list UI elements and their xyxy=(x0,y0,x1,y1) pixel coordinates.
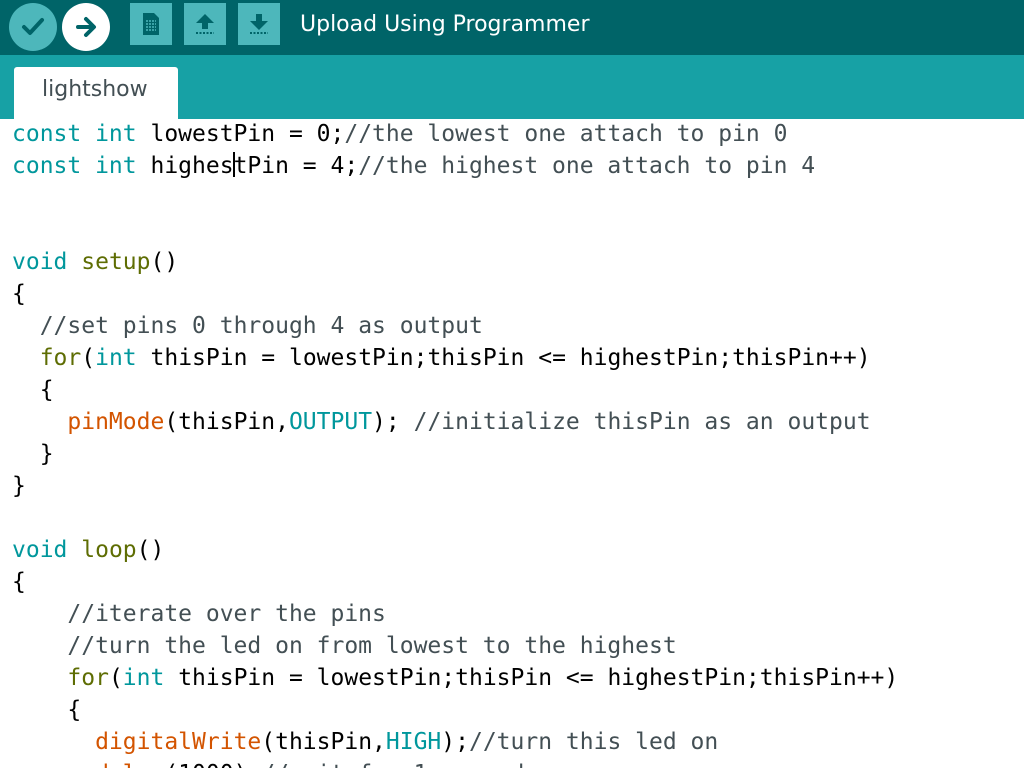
code-token: //the highest one attach to pin 4 xyxy=(358,153,816,179)
code-line: void setup() xyxy=(12,246,898,278)
code-token: void xyxy=(12,537,68,563)
code-line: for(int thisPin = lowestPin;thisPin <= h… xyxy=(12,342,898,374)
code-token: HIGH xyxy=(385,729,442,755)
code-token: const int xyxy=(12,121,137,147)
code-token: //iterate over the pins xyxy=(67,601,386,627)
code-token: (thisPin, xyxy=(261,729,386,755)
code-token: } xyxy=(12,441,54,467)
upload-button[interactable] xyxy=(62,3,110,51)
arrow-down-icon xyxy=(250,14,268,34)
open-button[interactable] xyxy=(184,3,226,45)
code-token: //turn the led on from lowest to the hig… xyxy=(67,633,677,659)
code-token: () xyxy=(150,249,179,275)
checkmark-icon xyxy=(22,18,44,35)
code-line: const int highestPin = 4;//the highest o… xyxy=(12,150,898,182)
code-token: { xyxy=(12,281,26,307)
code-token: { xyxy=(12,377,54,403)
toolbar: Upload Using Programmer xyxy=(0,0,1024,55)
code-token: ); xyxy=(372,409,414,435)
code-text: const int lowestPin = 0;//the lowest one… xyxy=(12,119,898,768)
code-token: tPin = 4; xyxy=(233,153,359,179)
code-token: void xyxy=(12,249,68,275)
code-token: () xyxy=(136,537,165,563)
code-token: (1000); xyxy=(164,761,261,768)
code-editor[interactable]: const int lowestPin = 0;//the lowest one… xyxy=(0,119,1024,768)
code-token: lowestPin = 0; xyxy=(136,121,345,147)
code-line: { xyxy=(12,694,898,726)
code-token: OUTPUT xyxy=(288,409,373,435)
code-token: //initialize thisPin as an output xyxy=(413,409,871,435)
code-line: //iterate over the pins xyxy=(12,598,898,630)
tab-label: lightshow xyxy=(42,77,148,102)
code-token: ); xyxy=(441,729,469,755)
new-sketch-button[interactable] xyxy=(130,3,172,45)
code-token: { xyxy=(12,569,26,595)
code-token: setup xyxy=(81,249,151,275)
code-line: digitalWrite(thisPin,HIGH);//turn this l… xyxy=(12,726,898,758)
code-token: loop xyxy=(81,537,137,563)
code-line: delay(1000);//wait for 1 second xyxy=(12,758,898,768)
code-token: ( xyxy=(81,345,96,371)
code-token: pinMode xyxy=(67,409,165,435)
code-token: const int xyxy=(12,153,137,179)
code-line: //set pins 0 through 4 as output xyxy=(12,310,898,342)
save-button[interactable] xyxy=(238,3,280,45)
new-file-icon xyxy=(143,13,159,35)
code-token: //set pins 0 through 4 as output xyxy=(39,313,483,339)
code-line: { xyxy=(12,374,898,406)
code-token: thisPin = lowestPin;thisPin <= highestPi… xyxy=(136,345,871,371)
toolbar-status-label: Upload Using Programmer xyxy=(300,12,590,37)
code-token: int xyxy=(95,345,137,371)
code-token: //turn this led on xyxy=(468,729,719,755)
code-token: ( xyxy=(108,665,123,691)
code-token: digitalWrite xyxy=(95,729,262,755)
code-token: delay xyxy=(95,761,164,768)
code-token: int xyxy=(122,665,165,691)
code-line: } xyxy=(12,438,898,470)
code-line: const int lowestPin = 0;//the lowest one… xyxy=(12,119,898,150)
tab-lightshow[interactable]: lightshow xyxy=(14,67,178,119)
code-token: for xyxy=(39,345,82,371)
arrow-up-icon xyxy=(196,14,214,34)
code-token: (thisPin, xyxy=(164,409,289,435)
code-token: //the lowest one attach to pin 0 xyxy=(344,121,788,147)
code-line: pinMode(thisPin,OUTPUT); //initialize th… xyxy=(12,406,898,438)
code-token: { xyxy=(12,697,82,723)
code-line: for(int thisPin = lowestPin;thisPin <= h… xyxy=(12,662,898,694)
code-line: { xyxy=(12,566,898,598)
verify-button[interactable] xyxy=(9,3,57,51)
code-token: thisPin = lowestPin;thisPin <= highestPi… xyxy=(164,665,899,691)
code-token: //wait for 1 second xyxy=(261,761,524,768)
code-token: } xyxy=(12,473,26,499)
code-token: for xyxy=(67,665,109,691)
code-line: void loop() xyxy=(12,534,898,566)
code-line: { xyxy=(12,278,898,310)
code-token: highes xyxy=(136,153,234,179)
code-line: } xyxy=(12,470,898,502)
tab-bar: lightshow xyxy=(0,55,1024,119)
arrow-right-icon xyxy=(76,17,96,37)
code-line: //turn the led on from lowest to the hig… xyxy=(12,630,898,662)
